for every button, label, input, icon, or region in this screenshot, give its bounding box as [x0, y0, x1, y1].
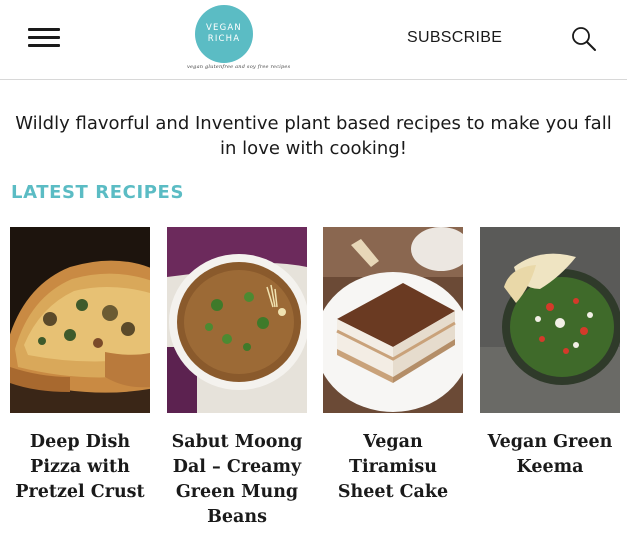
recipe-title[interactable]: Sabut Moong Dal – Creamy Green Mung Bean…: [161, 430, 313, 530]
recipe-title[interactable]: Vegan Green Keema: [480, 430, 620, 480]
recipe-card[interactable]: Vegan Tiramisu Sheet Cake: [323, 227, 463, 505]
search-icon[interactable]: [571, 26, 597, 52]
logo-line-2: RICHA: [207, 34, 241, 44]
logo-tagline: vegan glutenfree and soy free recipes: [187, 64, 291, 70]
recipe-image-vegan-tiramisu[interactable]: [323, 227, 463, 413]
recipe-image-sabut-moong-dal[interactable]: [167, 227, 307, 413]
recipe-card[interactable]: Vegan Green Keema: [480, 227, 620, 480]
site-header: VEGAN RICHA vegan glutenfree and soy fre…: [0, 0, 627, 80]
latest-recipes-heading: LATEST RECIPES: [11, 182, 185, 203]
site-logo[interactable]: VEGAN RICHA vegan glutenfree and soy fre…: [187, 3, 291, 73]
recipe-title[interactable]: Deep Dish Pizza with Pretzel Crust: [10, 430, 150, 505]
recipe-image-vegan-green-keema[interactable]: [480, 227, 620, 413]
logo-line-1: VEGAN: [206, 23, 242, 33]
logo-badge: VEGAN RICHA: [195, 5, 253, 63]
menu-bar: [28, 44, 60, 47]
subscribe-link[interactable]: SUBSCRIBE: [407, 29, 502, 47]
site-tagline: Wildly flavorful and Inventive plant bas…: [15, 113, 612, 159]
menu-bar: [28, 36, 60, 39]
recipe-card[interactable]: Sabut Moong Dal – Creamy Green Mung Bean…: [167, 227, 307, 530]
search-icon-glyph: [572, 27, 596, 51]
recipe-card[interactable]: Deep Dish Pizza with Pretzel Crust: [10, 227, 150, 505]
menu-bar: [28, 28, 60, 31]
recipe-image-deep-dish-pizza[interactable]: [10, 227, 150, 413]
recipe-title[interactable]: Vegan Tiramisu Sheet Cake: [323, 430, 463, 505]
hamburger-menu-icon[interactable]: [28, 26, 62, 50]
